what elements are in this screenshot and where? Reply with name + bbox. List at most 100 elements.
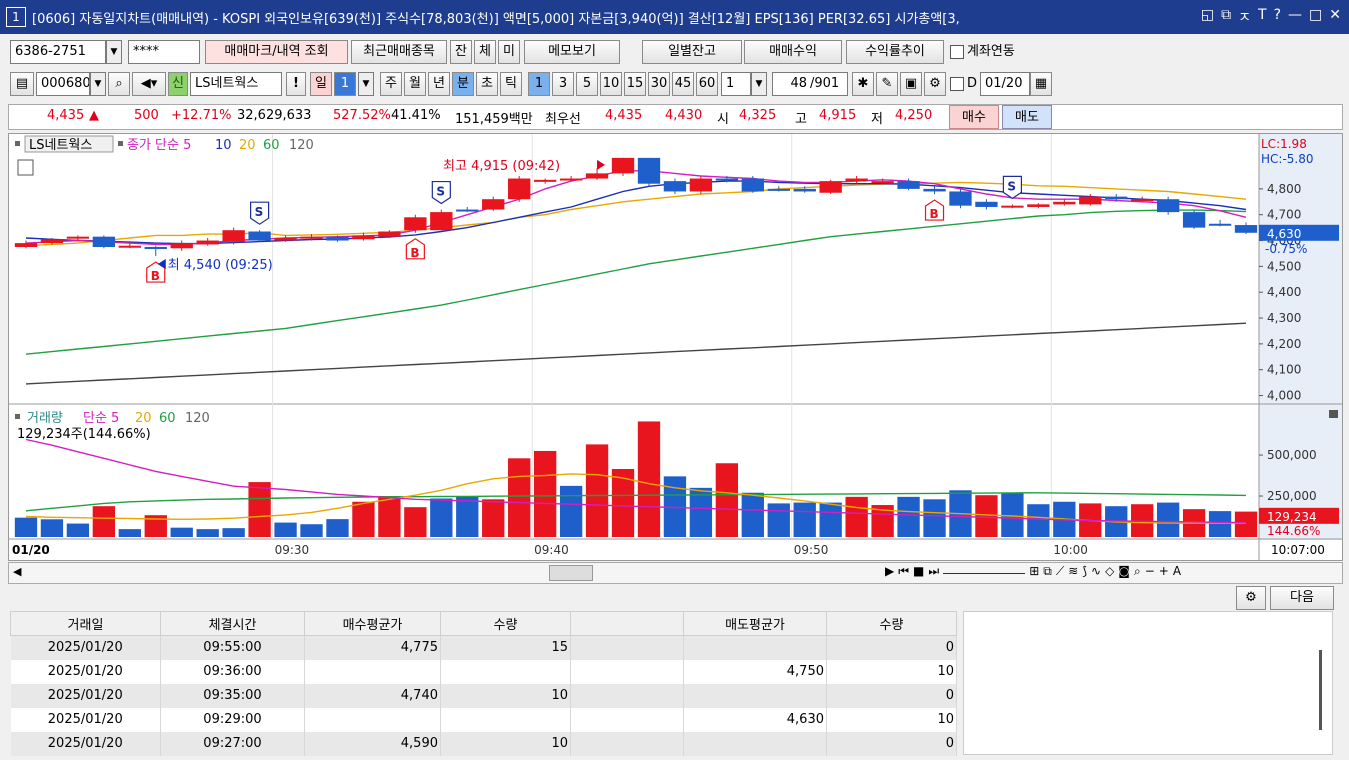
period-dropdown-arrow[interactable]: ▼ — [358, 72, 374, 96]
minimize-icon[interactable]: — — [1288, 7, 1302, 27]
trade-profit-button[interactable]: 매매수익 — [744, 40, 842, 64]
interval-5-button[interactable]: 5 — [576, 72, 598, 96]
zoom-icon[interactable]: ⌕ — [1134, 564, 1141, 582]
interval-45-button[interactable]: 45 — [672, 72, 694, 96]
candle-body — [1182, 212, 1206, 228]
draw-tool-icon[interactable]: ✎ — [876, 72, 898, 96]
interval-1-button[interactable]: 1 — [528, 72, 550, 96]
table-scrollbar[interactable] — [1319, 650, 1322, 730]
volume-bar — [1027, 504, 1050, 537]
count-input[interactable]: 1 — [721, 72, 751, 96]
date-input[interactable]: 01/20 — [980, 72, 1030, 96]
line-tool-icon[interactable]: ⟋ — [1056, 564, 1064, 582]
table-row[interactable]: 2025/01/20 09:29:00 4,630 10 — [10, 707, 957, 732]
trade-mark-query-button[interactable]: 매매마크/내역 조회 — [205, 40, 348, 64]
speed-slider[interactable] — [943, 564, 1026, 574]
close-icon[interactable]: ✕ — [1329, 7, 1341, 27]
volume-bar — [326, 519, 349, 537]
sell-button[interactable]: 매도 — [1002, 105, 1052, 129]
candle-body — [975, 201, 998, 207]
chart-area[interactable]: 09:30 09:40 09:50 10:00 01/20 10:07:00 4,800 4,… — [8, 133, 1343, 561]
date-checkbox[interactable] — [950, 77, 964, 91]
period-month-tab[interactable]: 월 — [404, 72, 426, 96]
stock-code-input[interactable]: 000680 — [36, 72, 90, 96]
restore-icon[interactable]: ◱ — [1201, 7, 1214, 27]
settings-gear-icon[interactable]: ⚙ — [1236, 586, 1266, 610]
unexecuted-button[interactable]: 미 — [498, 40, 520, 64]
save-icon[interactable]: ▣ — [900, 72, 922, 96]
interval-3-button[interactable]: 3 — [552, 72, 574, 96]
price-volume-chart[interactable]: 09:30 09:40 09:50 10:00 01/20 10:07:00 4,800 4,… — [9, 134, 1342, 560]
interval-10-button[interactable]: 10 — [600, 72, 622, 96]
volume-bar — [897, 496, 920, 537]
zoom-in-icon[interactable]: + — [1159, 564, 1169, 582]
font-icon[interactable]: T — [1258, 7, 1267, 27]
scroll-thumb[interactable] — [549, 565, 593, 581]
tile-icon[interactable]: ⧉ — [1221, 7, 1231, 27]
table-row[interactable]: 2025/01/20 09:36:00 4,750 10 — [10, 659, 957, 684]
indicator-icon[interactable]: ⊞ — [1029, 564, 1039, 582]
period-day-tab[interactable]: 일 — [310, 72, 332, 96]
chart-menu-icon[interactable]: ▤ — [10, 72, 34, 96]
volume-legend-ma5: 단순 5 — [83, 411, 119, 426]
scroll-left-icon[interactable]: ◀ — [13, 565, 21, 578]
table-row[interactable]: 2025/01/20 09:35:00 4,740 10 0 — [10, 683, 957, 708]
alert-button[interactable]: ! — [286, 72, 306, 96]
table-row[interactable]: 2025/01/20 09:27:00 4,590 10 0 — [10, 731, 957, 756]
help-icon[interactable]: ? — [1274, 7, 1281, 27]
return-trend-button[interactable]: 수익률추이 — [846, 40, 944, 64]
volume-legend-name: 거래량 — [27, 411, 63, 426]
maximize-icon[interactable]: □ — [1309, 7, 1322, 27]
period-tick-tab[interactable]: 틱 — [500, 72, 522, 96]
next-button[interactable]: 다음 — [1270, 586, 1334, 610]
chart-scrollbar[interactable]: ◀ ▶ ⏮ ■ ⏭ ⊞ ⧉ ⟋ ≋ ⟆ ∿ ◇ ◙ ⌕ − + A — [8, 562, 1343, 584]
daily-balance-button[interactable]: 일별잔고 — [642, 40, 742, 64]
pin-icon[interactable]: ㅈ — [1238, 7, 1251, 27]
mark-tool-icon[interactable]: ✱ — [852, 72, 874, 96]
trend-icon[interactable]: ⟆ — [1082, 564, 1087, 582]
low-label: 저 — [871, 112, 883, 127]
volume-bar — [741, 492, 764, 537]
account-link-checkbox[interactable] — [950, 45, 964, 59]
buy-button[interactable]: 매수 — [949, 105, 999, 129]
period-number[interactable]: 1 — [334, 72, 356, 96]
balance-button[interactable]: 잔 — [450, 40, 472, 64]
pattern-icon[interactable]: ◇ — [1105, 564, 1114, 582]
table-row[interactable]: 2025/01/20 09:55:00 4,775 15 0 — [10, 635, 957, 660]
rewind-icon[interactable]: ⏮ — [898, 564, 909, 582]
executed-button[interactable]: 체 — [474, 40, 496, 64]
password-input[interactable]: **** — [128, 40, 200, 64]
wave-icon[interactable]: ∿ — [1091, 564, 1101, 582]
gear-icon[interactable]: ⚙ — [924, 72, 946, 96]
count-dropdown-arrow[interactable]: ▼ — [751, 72, 767, 96]
recent-trades-button[interactable]: 최근매매종목 — [351, 40, 447, 64]
zoom-out-icon[interactable]: − — [1145, 564, 1155, 582]
period-year-tab[interactable]: 년 — [428, 72, 450, 96]
search-icon[interactable]: ⌕ — [108, 72, 130, 96]
interval-30-button[interactable]: 30 — [648, 72, 670, 96]
interval-60-button[interactable]: 60 — [696, 72, 718, 96]
speaker-icon[interactable]: ◀▾ — [132, 72, 166, 96]
code-dropdown-arrow[interactable]: ▼ — [90, 72, 106, 96]
memo-button[interactable]: 메모보기 — [524, 40, 620, 64]
x-tick-label: 10:00 — [1053, 543, 1088, 557]
candle-body — [793, 188, 816, 192]
calendar-icon[interactable]: ▦ — [1030, 72, 1052, 96]
camera-icon[interactable]: ◙ — [1118, 564, 1130, 582]
account-dropdown-arrow[interactable]: ▼ — [106, 40, 122, 64]
overlay-icon[interactable]: ⧉ — [1043, 564, 1052, 582]
account-input[interactable]: 6386-2751 — [10, 40, 106, 64]
period-minute-tab[interactable]: 분 — [452, 72, 474, 96]
period-second-tab[interactable]: 초 — [476, 72, 498, 96]
volume-bar — [352, 501, 375, 537]
text-tool-icon[interactable]: A — [1173, 564, 1181, 582]
volume-bar — [378, 496, 401, 537]
period-week-tab[interactable]: 주 — [380, 72, 402, 96]
candle-body — [40, 239, 64, 244]
forward-icon[interactable]: ⏭ — [928, 564, 939, 582]
stop-icon[interactable]: ■ — [913, 564, 924, 582]
interval-15-button[interactable]: 15 — [624, 72, 646, 96]
play-icon[interactable]: ▶ — [885, 564, 894, 582]
fib-icon[interactable]: ≋ — [1068, 564, 1078, 582]
account-toolbar: 6386-2751 ▼ **** 매매마크/내역 조회 최근매매종목 잔 체 미… — [0, 36, 1349, 68]
